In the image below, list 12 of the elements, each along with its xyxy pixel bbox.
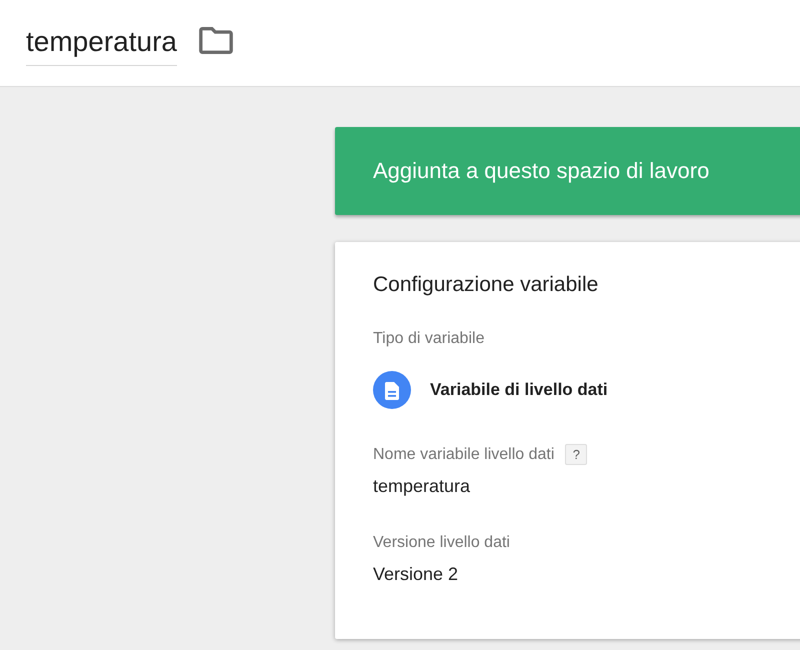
document-icon: [373, 371, 411, 409]
variable-type-name: Variabile di livello dati: [430, 380, 608, 400]
field-label: Nome variabile livello dati: [373, 446, 554, 464]
help-button[interactable]: ?: [565, 444, 588, 465]
field-value: Versione 2: [373, 563, 460, 585]
field-label: Tipo di variabile: [373, 330, 484, 348]
folder-icon[interactable]: [198, 26, 233, 54]
name-field[interactable]: temperatura: [26, 24, 177, 66]
field-label: Versione livello dati: [373, 534, 510, 552]
status-banner: Aggiunta a questo spazio di lavoro: [335, 127, 800, 215]
field-value: temperatura: [373, 475, 472, 497]
card-title: Configurazione variabile: [373, 272, 600, 298]
